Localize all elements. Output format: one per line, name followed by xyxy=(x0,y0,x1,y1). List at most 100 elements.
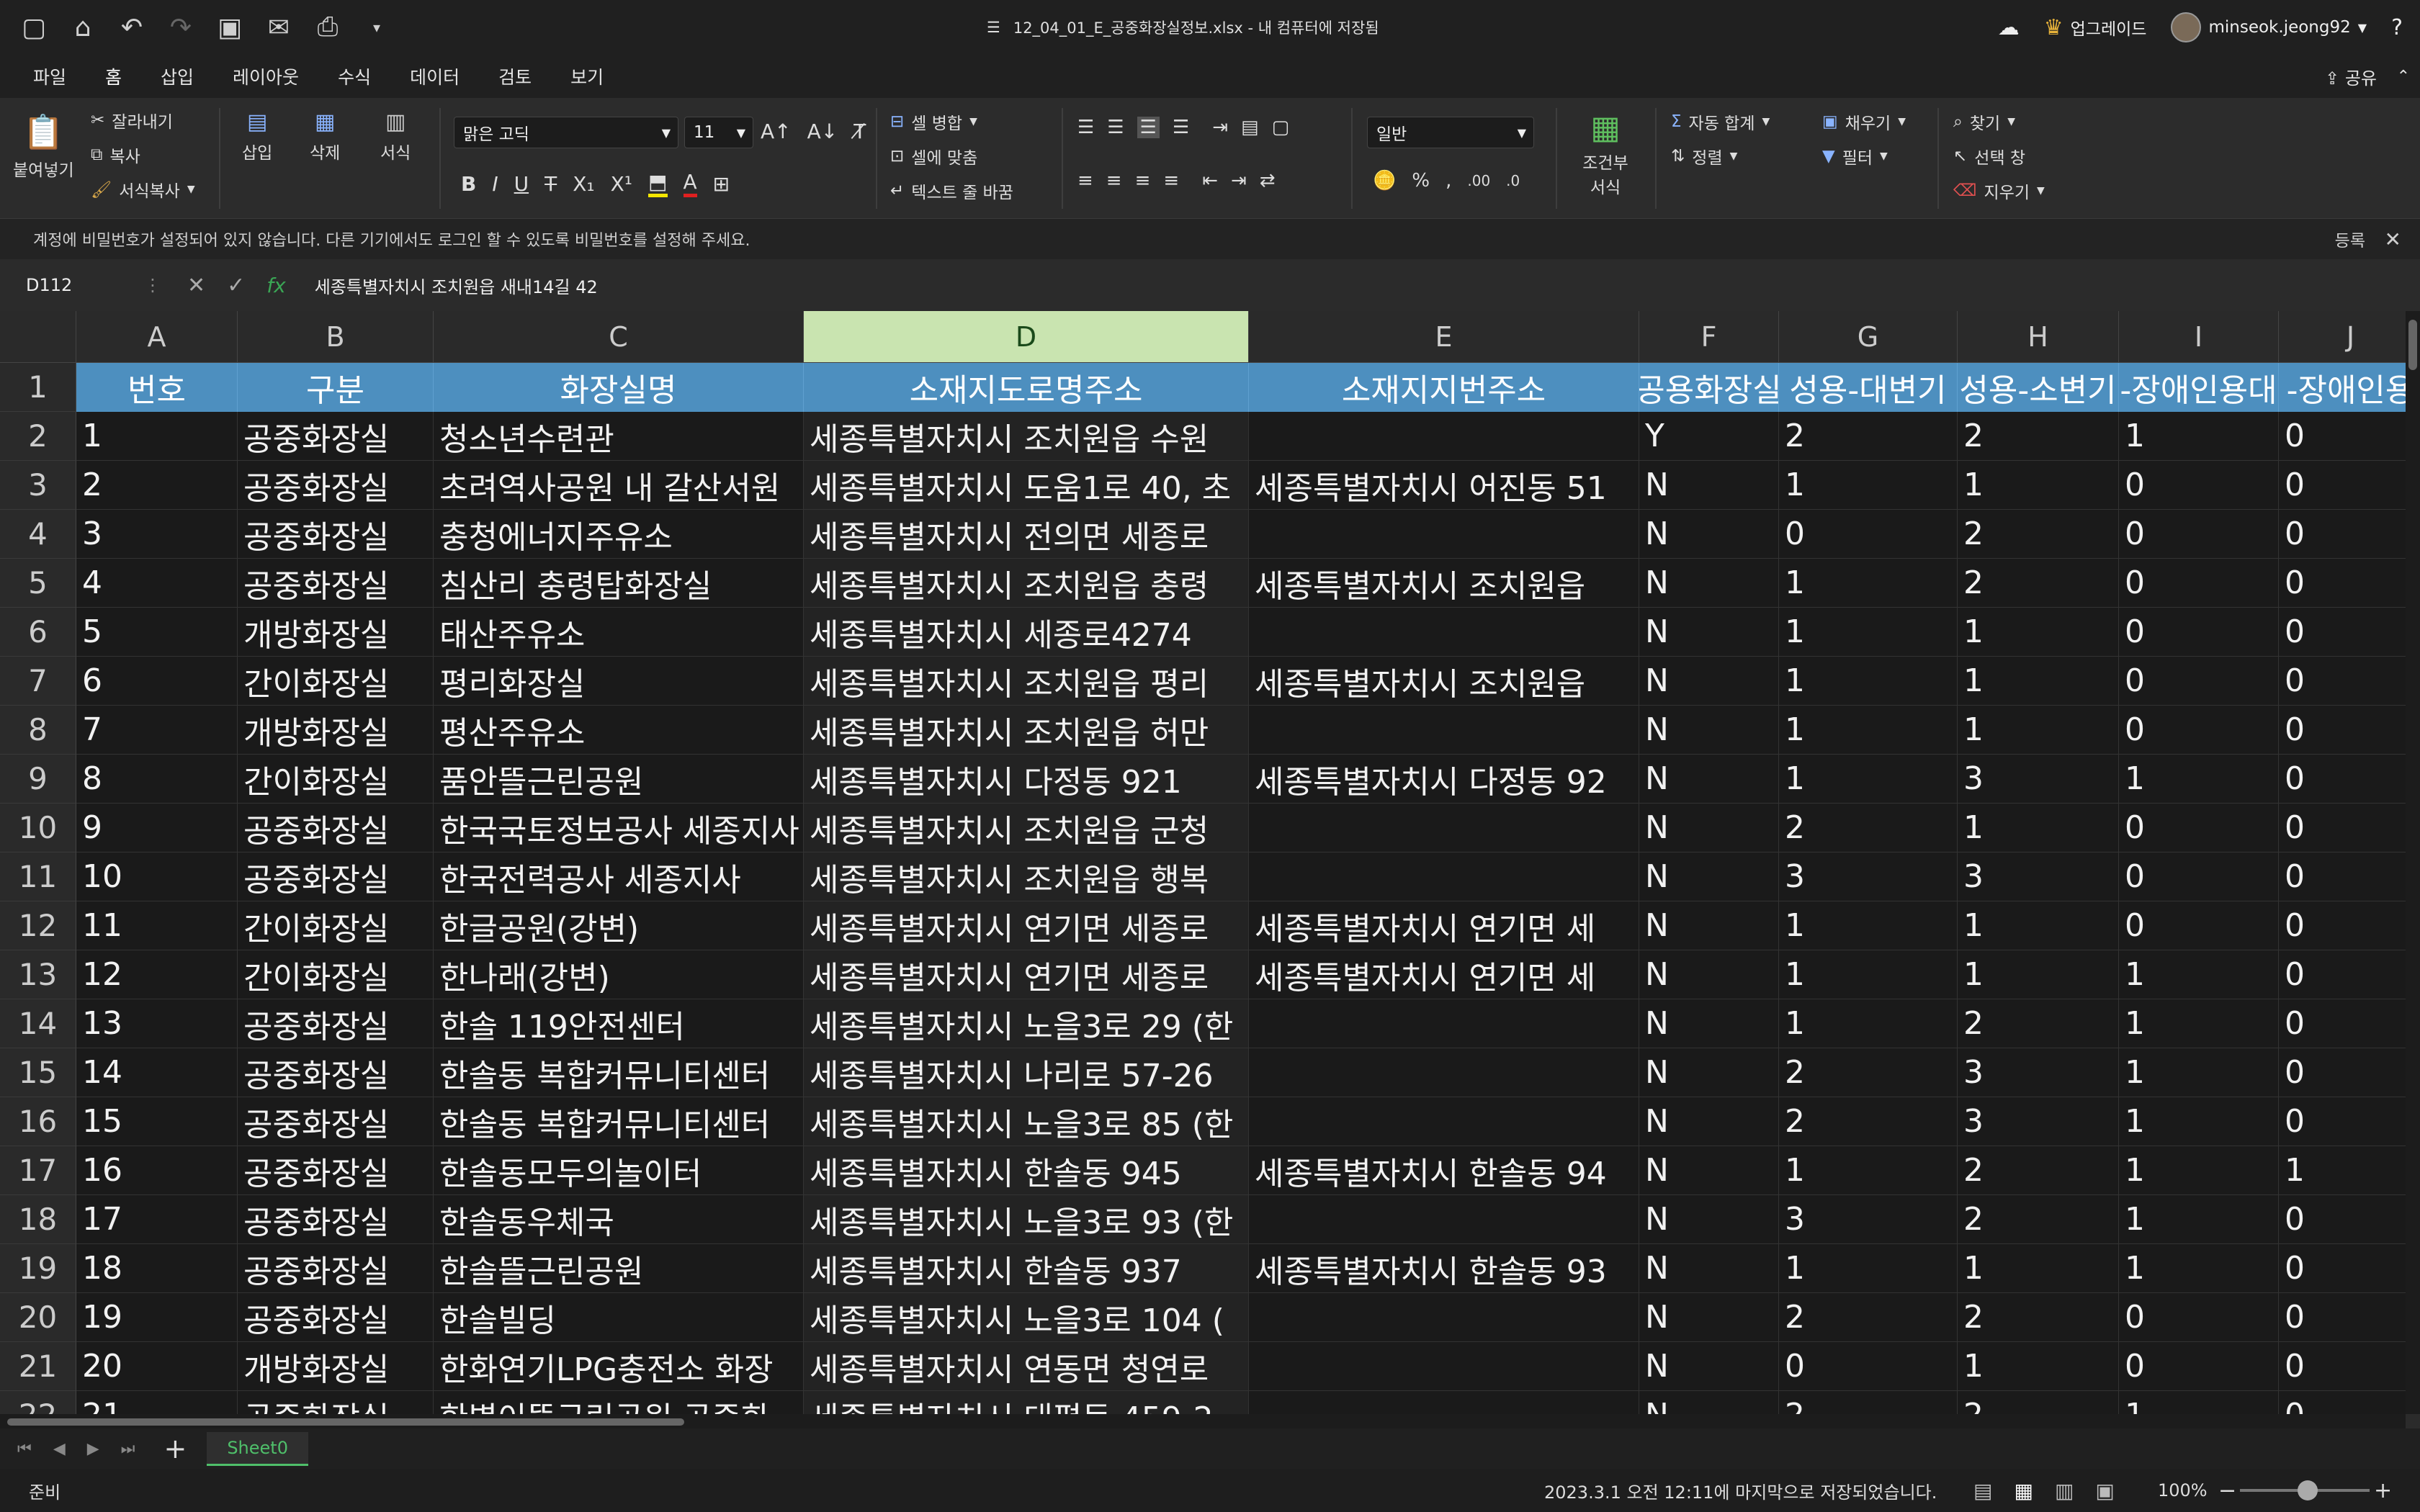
zoom-out-icon[interactable]: − xyxy=(2218,1478,2236,1503)
table-cell[interactable]: 13 xyxy=(76,999,238,1048)
table-cell[interactable]: 한솔빌딩 xyxy=(434,1293,804,1342)
insert-cells-button[interactable]: ▤ 삽입 xyxy=(242,109,272,163)
decrease-decimal-icon[interactable]: .0 xyxy=(1506,172,1520,189)
table-cell[interactable]: 0 xyxy=(2279,999,2406,1048)
bold-icon[interactable]: B xyxy=(461,172,476,196)
table-cell[interactable]: 한솔 119안전센터 xyxy=(434,999,804,1048)
table-cell[interactable]: 0 xyxy=(2279,412,2406,461)
justify-icon[interactable]: ☰ xyxy=(1173,117,1189,138)
decrease-indent-icon[interactable]: ⇤ xyxy=(1202,170,1218,192)
row-header[interactable]: 13 xyxy=(0,950,76,999)
table-cell[interactable]: 초려역사공원 내 갈산서원 xyxy=(434,461,804,510)
table-cell[interactable]: 2 xyxy=(76,461,238,510)
table-cell[interactable]: 1 xyxy=(1958,461,2119,510)
table-cell[interactable]: 세종특별자치시 한솔동 94 xyxy=(1249,1146,1639,1195)
table-cell[interactable]: 0 xyxy=(2119,804,2279,852)
delete-cells-button[interactable]: ▦ 삭제 xyxy=(310,109,340,163)
table-cell[interactable]: 0 xyxy=(2279,1244,2406,1293)
table-cell[interactable]: 2 xyxy=(1958,1146,2119,1195)
normal-view-icon[interactable]: ▦ xyxy=(2014,1479,2033,1503)
table-cell[interactable]: 한글공원(강변) xyxy=(434,901,804,950)
vertical-scrollbar[interactable] xyxy=(2406,311,2420,1414)
table-cell[interactable]: 0 xyxy=(2279,1293,2406,1342)
table-cell[interactable]: 한솔동 복합커뮤니티센터 xyxy=(434,1048,804,1097)
table-cell[interactable]: 19 xyxy=(76,1293,238,1342)
table-cell[interactable]: 0 xyxy=(2279,1195,2406,1244)
table-cell[interactable]: 평리화장실 xyxy=(434,657,804,706)
table-cell[interactable]: 21 xyxy=(76,1391,238,1414)
function-icon[interactable]: fx xyxy=(266,274,285,297)
prev-sheet-icon[interactable]: ◀ xyxy=(53,1440,66,1458)
table-cell[interactable]: N xyxy=(1639,559,1779,608)
table-cell[interactable]: 4 xyxy=(76,559,238,608)
table-cell[interactable]: 16 xyxy=(76,1146,238,1195)
table-cell[interactable]: 0 xyxy=(2279,1097,2406,1146)
align-center-icon[interactable]: ≡ xyxy=(1106,170,1122,192)
column-header-d[interactable]: D xyxy=(804,311,1249,363)
table-cell[interactable]: 0 xyxy=(2119,608,2279,657)
table-cell[interactable]: 세종특별자치시 한솔동 937 xyxy=(804,1244,1249,1293)
table-cell[interactable]: 1 xyxy=(1779,559,1958,608)
table-cell[interactable]: 1 xyxy=(2119,412,2279,461)
table-cell[interactable]: 9 xyxy=(76,804,238,852)
table-cell[interactable]: 3 xyxy=(1779,1195,1958,1244)
table-cell[interactable]: N xyxy=(1639,999,1779,1048)
tab-layout[interactable]: 레이아웃 xyxy=(231,56,300,96)
table-header-cell[interactable]: -장애인용 xyxy=(2279,363,2406,412)
column-header-j[interactable]: J xyxy=(2279,311,2406,363)
table-cell[interactable]: 1 xyxy=(1779,755,1958,804)
table-cell[interactable]: 한국국토정보공사 세종지사 xyxy=(434,804,804,852)
row-header[interactable]: 11 xyxy=(0,852,76,901)
table-cell[interactable]: 0 xyxy=(2119,1293,2279,1342)
table-cell[interactable]: 1 xyxy=(1779,657,1958,706)
table-cell[interactable]: 공중화장실 xyxy=(238,1391,434,1414)
table-cell[interactable]: 세종특별자치시 조치원읍 xyxy=(1249,559,1639,608)
table-cell[interactable]: 세종특별자치시 조치원읍 xyxy=(1249,657,1639,706)
table-cell[interactable]: 1 xyxy=(1779,706,1958,755)
table-cell[interactable]: Y xyxy=(1639,412,1779,461)
table-cell[interactable]: 0 xyxy=(1779,510,1958,559)
cloud-upload-icon[interactable]: ☁ xyxy=(1998,15,2020,40)
table-cell[interactable]: 공중화장실 xyxy=(238,804,434,852)
table-cell[interactable]: N xyxy=(1639,1195,1779,1244)
table-cell[interactable]: 한솔동우체국 xyxy=(434,1195,804,1244)
format-cells-button[interactable]: ▥ 서식 xyxy=(380,109,411,163)
table-cell[interactable]: 0 xyxy=(2119,657,2279,706)
table-cell[interactable]: 1 xyxy=(1779,1244,1958,1293)
sheet-tab[interactable]: Sheet0 xyxy=(207,1431,308,1466)
wrap-text-button[interactable]: ↵ 텍스트 줄 바꿈 xyxy=(890,179,1013,203)
table-cell[interactable]: 공중화장실 xyxy=(238,461,434,510)
row-header[interactable]: 7 xyxy=(0,657,76,706)
table-cell[interactable]: 1 xyxy=(2119,1244,2279,1293)
table-cell[interactable]: 0 xyxy=(2279,755,2406,804)
table-header-cell[interactable]: 공용화장실 xyxy=(1639,363,1779,412)
help-button[interactable]: ? xyxy=(2391,15,2403,40)
scroll-thumb[interactable] xyxy=(2408,320,2417,370)
table-cell[interactable]: 3 xyxy=(76,510,238,559)
table-cell[interactable]: 3 xyxy=(1779,852,1958,901)
open-folder-icon[interactable]: ⌂ xyxy=(66,13,99,42)
table-cell[interactable]: 공중화장실 xyxy=(238,999,434,1048)
last-sheet-icon[interactable]: ⏭ xyxy=(121,1440,135,1458)
table-cell[interactable]: 공중화장실 xyxy=(238,1048,434,1097)
table-cell[interactable]: 간이화장실 xyxy=(238,901,434,950)
table-cell[interactable]: N xyxy=(1639,804,1779,852)
table-cell[interactable]: 5 xyxy=(76,608,238,657)
fill-button[interactable]: ▣ 채우기 ▼ xyxy=(1822,109,1906,134)
increase-indent-icon[interactable]: ⇥ xyxy=(1231,170,1247,192)
page-setup-icon[interactable]: ▤ xyxy=(1973,1479,1992,1503)
row-header[interactable]: 8 xyxy=(0,706,76,755)
table-cell[interactable] xyxy=(1249,1293,1639,1342)
table-cell[interactable]: 0 xyxy=(2279,950,2406,999)
number-format-select[interactable]: 일반 ▼ xyxy=(1367,117,1534,148)
table-cell[interactable]: 세종특별자치시 조치원읍 군청 xyxy=(804,804,1249,852)
row-header[interactable]: 6 xyxy=(0,608,76,657)
table-cell[interactable]: 세종특별자치시 연기면 세종로 xyxy=(804,901,1249,950)
table-cell[interactable]: 세종특별자치시 노을3로 104 ( xyxy=(804,1293,1249,1342)
table-cell[interactable]: 0 xyxy=(2279,1048,2406,1097)
zoom-slider[interactable] xyxy=(2240,1480,2370,1500)
table-cell[interactable]: 0 xyxy=(2279,852,2406,901)
table-cell[interactable]: 3 xyxy=(1958,1097,2119,1146)
row-header[interactable]: 18 xyxy=(0,1195,76,1244)
table-cell[interactable]: 공중화장실 xyxy=(238,1244,434,1293)
